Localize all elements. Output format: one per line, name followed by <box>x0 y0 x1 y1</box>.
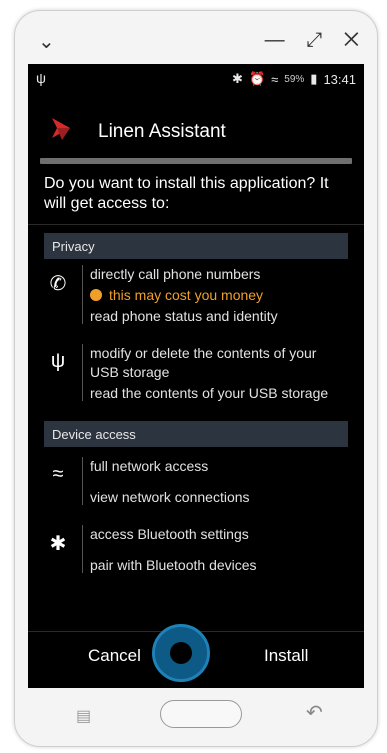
phone-screen: ψ ✱ ⏰ ≈ 59% ▮ 13:41 Linen Assistant Do y… <box>28 64 364 688</box>
wifi-icon: ≈ <box>271 71 279 87</box>
perm-bluetooth-line2: pair with Bluetooth devices <box>90 557 257 573</box>
perm-divider <box>82 525 83 573</box>
install-question: Do you want to install this application?… <box>44 175 329 212</box>
perm-usb-line1: modify or delete the contents of your US… <box>90 345 317 380</box>
app-name: Linen Assistant <box>98 121 226 142</box>
bluetooth-icon: ✱ <box>49 533 67 555</box>
perm-network-line2: view network connections <box>90 489 250 505</box>
phone-icon: ✆ <box>49 273 67 295</box>
alarm-icon: ⏰ <box>248 71 266 86</box>
app-logo-icon <box>52 118 70 140</box>
usb-icon: ψ <box>50 350 66 372</box>
perm-divider <box>82 265 83 324</box>
coins-icon <box>90 289 102 301</box>
perm-phone-warning: this may cost you money <box>90 286 348 305</box>
close-icon[interactable]: ✕ <box>344 29 367 51</box>
app-header: Linen Assistant <box>28 94 364 158</box>
usb-icon: ψ <box>36 70 46 86</box>
perm-phone-warning-text: this may cost you money <box>109 287 264 303</box>
battery-icon: ▮ <box>310 71 318 86</box>
perm-divider <box>82 344 83 401</box>
cancel-button[interactable]: Cancel <box>88 646 141 666</box>
bluetooth-icon: ✱ <box>232 71 243 86</box>
touch-indicator <box>152 624 210 682</box>
perm-network: ≈ full network access view network conne… <box>44 457 348 507</box>
chevron-down-icon[interactable]: ⌄ <box>38 29 55 54</box>
install-button[interactable]: Install <box>264 646 308 666</box>
restore-icon[interactable]: ⤢ <box>306 29 330 51</box>
menu-icon[interactable]: ▤ <box>76 706 96 725</box>
perm-bluetooth: ✱ access Bluetooth settings pair with Bl… <box>44 525 348 575</box>
perm-network-line1: full network access <box>90 458 209 474</box>
clock: 13:41 <box>323 71 356 87</box>
perm-phone-line2: read phone status and identity <box>90 308 278 324</box>
perm-phone-line1: directly call phone numbers <box>90 266 261 282</box>
perm-usb: ψ modify or delete the contents of your … <box>44 344 348 403</box>
minimize-icon[interactable]: — <box>265 29 293 51</box>
battery-percent: 59% <box>284 73 305 85</box>
perm-divider <box>82 457 83 505</box>
device-nav-bar: ▤ ↶ <box>28 688 364 740</box>
divider <box>28 224 364 225</box>
section-device-access: Device access <box>44 421 348 447</box>
perm-bluetooth-line1: access Bluetooth settings <box>90 526 249 542</box>
wifi-icon: ≈ <box>52 463 64 485</box>
status-bar: ψ ✱ ⏰ ≈ 59% ▮ 13:41 <box>28 64 364 94</box>
home-button[interactable] <box>160 700 242 728</box>
window-controls: ⌄ — ⤢ ✕ <box>38 29 367 57</box>
perm-phone: ✆ directly call phone numbers this may c… <box>44 265 348 326</box>
back-icon[interactable]: ↶ <box>306 700 323 725</box>
section-privacy: Privacy <box>44 233 348 259</box>
action-bar: Cancel Install <box>28 624 364 688</box>
perm-usb-line2: read the contents of your USB storage <box>90 385 329 401</box>
